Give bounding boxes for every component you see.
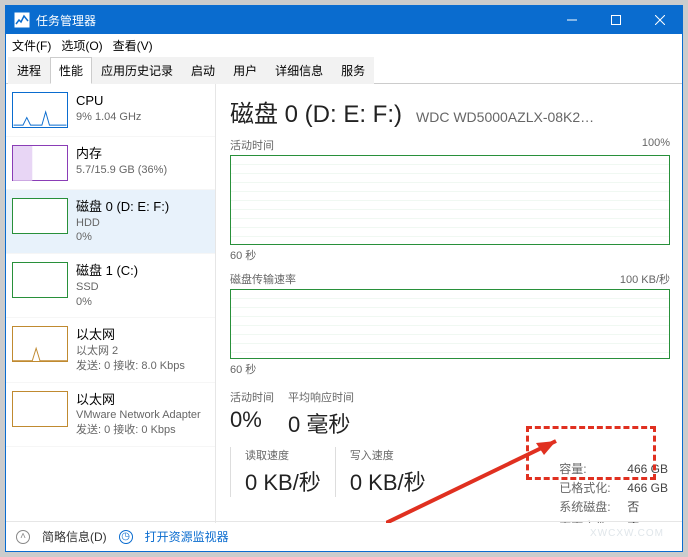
chart2-xlabel: 60 秒 bbox=[230, 361, 670, 377]
sidebar-sub2: 发送: 0 接收: 0 Kbps bbox=[76, 423, 201, 438]
sidebar-item-ethernet1[interactable]: 以太网以太网 2发送: 0 接收: 8.0 Kbps bbox=[6, 318, 215, 382]
titlebar[interactable]: 任务管理器 bbox=[6, 6, 682, 34]
footer: ˄ 简略信息(D) ◷ 打开资源监视器 bbox=[6, 521, 682, 551]
info-key: 容量: bbox=[559, 460, 621, 479]
stat-value: 0% bbox=[230, 407, 274, 433]
menu-options[interactable]: 选项(O) bbox=[61, 37, 102, 54]
sidebar-item-ethernet2[interactable]: 以太网VMware Network Adapter发送: 0 接收: 0 Kbp… bbox=[6, 383, 215, 447]
disk-thumb bbox=[12, 262, 68, 298]
sidebar-item-memory[interactable]: 内存5.7/15.9 GB (36%) bbox=[6, 137, 215, 190]
resmon-icon: ◷ bbox=[119, 530, 133, 544]
disk-heading: 磁盘 0 (D: E: F:) bbox=[230, 94, 402, 129]
sidebar-item-cpu[interactable]: CPU9% 1.04 GHz bbox=[6, 84, 215, 137]
tab-performance[interactable]: 性能 bbox=[50, 57, 92, 84]
stat-value: 0 毫秒 bbox=[288, 407, 354, 439]
sidebar-label: 磁盘 1 (C:) bbox=[76, 262, 138, 280]
sidebar-sub: HDD bbox=[76, 216, 169, 231]
tabstrip: 进程 性能 应用历史记录 启动 用户 详细信息 服务 bbox=[6, 56, 682, 84]
activity-chart[interactable] bbox=[230, 155, 670, 245]
sidebar-label: 以太网 bbox=[76, 391, 201, 409]
window-title: 任务管理器 bbox=[36, 12, 550, 29]
menubar: 文件(F) 选项(O) 查看(V) bbox=[6, 34, 682, 56]
transfer-chart-block: 磁盘传输速率 100 KB/秒 60 秒 bbox=[230, 271, 670, 377]
sidebar-label: 以太网 bbox=[76, 326, 185, 344]
app-icon bbox=[14, 12, 30, 28]
close-button[interactable] bbox=[638, 6, 682, 34]
sidebar-label: 内存 bbox=[76, 145, 167, 163]
tab-services[interactable]: 服务 bbox=[332, 57, 374, 84]
net-thumb bbox=[12, 326, 68, 362]
disk-thumb bbox=[12, 198, 68, 234]
memory-thumb bbox=[12, 145, 68, 181]
resmon-link[interactable]: 打开资源监视器 bbox=[145, 528, 229, 545]
chart1-right: 100% bbox=[642, 137, 670, 153]
stat-label: 平均响应时间 bbox=[288, 389, 354, 405]
chevron-up-icon[interactable]: ˄ bbox=[16, 530, 30, 544]
tab-details[interactable]: 详细信息 bbox=[266, 57, 332, 84]
close-icon bbox=[655, 15, 665, 25]
stat-value: 0 KB/秒 bbox=[245, 465, 321, 497]
sidebar-label: 磁盘 0 (D: E: F:) bbox=[76, 198, 169, 216]
tab-startup[interactable]: 启动 bbox=[182, 57, 224, 84]
tab-users[interactable]: 用户 bbox=[224, 57, 266, 84]
info-val: 466 GB bbox=[627, 479, 668, 498]
tab-app-history[interactable]: 应用历史记录 bbox=[92, 57, 182, 84]
sidebar-item-disk1[interactable]: 磁盘 1 (C:)SSD0% bbox=[6, 254, 215, 318]
perf-sidebar[interactable]: CPU9% 1.04 GHz 内存5.7/15.9 GB (36%) 磁盘 0 … bbox=[6, 84, 216, 523]
cpu-thumb bbox=[12, 92, 68, 128]
minimize-icon bbox=[567, 15, 577, 25]
sidebar-sub2: 0% bbox=[76, 295, 138, 310]
stat-label: 活动时间 bbox=[230, 389, 274, 405]
main-panel: 磁盘 0 (D: E: F:) WDC WD5000AZLX-08K2… 活动时… bbox=[216, 84, 682, 523]
stat-label: 读取速度 bbox=[245, 447, 321, 463]
info-val: 否 bbox=[627, 498, 639, 517]
stats-row-1: 活动时间 0% 平均响应时间 0 毫秒 bbox=[230, 389, 670, 439]
maximize-icon bbox=[611, 15, 621, 25]
menu-view[interactable]: 查看(V) bbox=[113, 37, 153, 54]
chart1-xlabel: 60 秒 bbox=[230, 247, 670, 263]
simple-info-link[interactable]: 简略信息(D) bbox=[42, 528, 107, 545]
sidebar-item-disk0[interactable]: 磁盘 0 (D: E: F:)HDD0% bbox=[6, 190, 215, 254]
minimize-button[interactable] bbox=[550, 6, 594, 34]
transfer-chart[interactable] bbox=[230, 289, 670, 359]
info-val: 466 GB bbox=[627, 460, 668, 479]
tab-processes[interactable]: 进程 bbox=[8, 57, 50, 84]
sidebar-sub: 9% 1.04 GHz bbox=[76, 110, 141, 125]
menu-file[interactable]: 文件(F) bbox=[12, 37, 51, 54]
net-thumb bbox=[12, 391, 68, 427]
stat-value: 0 KB/秒 bbox=[350, 465, 426, 497]
sidebar-sub: SSD bbox=[76, 280, 138, 295]
info-key: 系统磁盘: bbox=[559, 498, 621, 517]
sidebar-sub2: 0% bbox=[76, 230, 169, 245]
disk-info-grid: 容量:466 GB 已格式化:466 GB 系统磁盘:否 页面文件:否 类型:H… bbox=[559, 460, 668, 523]
chart1-left: 活动时间 bbox=[230, 137, 274, 153]
sidebar-sub: VMware Network Adapter bbox=[76, 408, 201, 423]
chart2-right: 100 KB/秒 bbox=[620, 271, 670, 287]
task-manager-window: 任务管理器 文件(F) 选项(O) 查看(V) 进程 性能 应用历史记录 启动 … bbox=[5, 5, 683, 552]
sidebar-sub: 以太网 2 bbox=[76, 344, 185, 359]
sidebar-sub2: 发送: 0 接收: 8.0 Kbps bbox=[76, 359, 185, 374]
sidebar-label: CPU bbox=[76, 92, 141, 110]
sidebar-sub: 5.7/15.9 GB (36%) bbox=[76, 163, 167, 178]
maximize-button[interactable] bbox=[594, 6, 638, 34]
info-key: 已格式化: bbox=[559, 479, 621, 498]
chart2-left: 磁盘传输速率 bbox=[230, 271, 296, 287]
stat-label: 写入速度 bbox=[350, 447, 426, 463]
content-area: CPU9% 1.04 GHz 内存5.7/15.9 GB (36%) 磁盘 0 … bbox=[6, 84, 682, 523]
activity-chart-block: 活动时间 100% 60 秒 bbox=[230, 137, 670, 263]
disk-model: WDC WD5000AZLX-08K2… bbox=[416, 109, 594, 125]
